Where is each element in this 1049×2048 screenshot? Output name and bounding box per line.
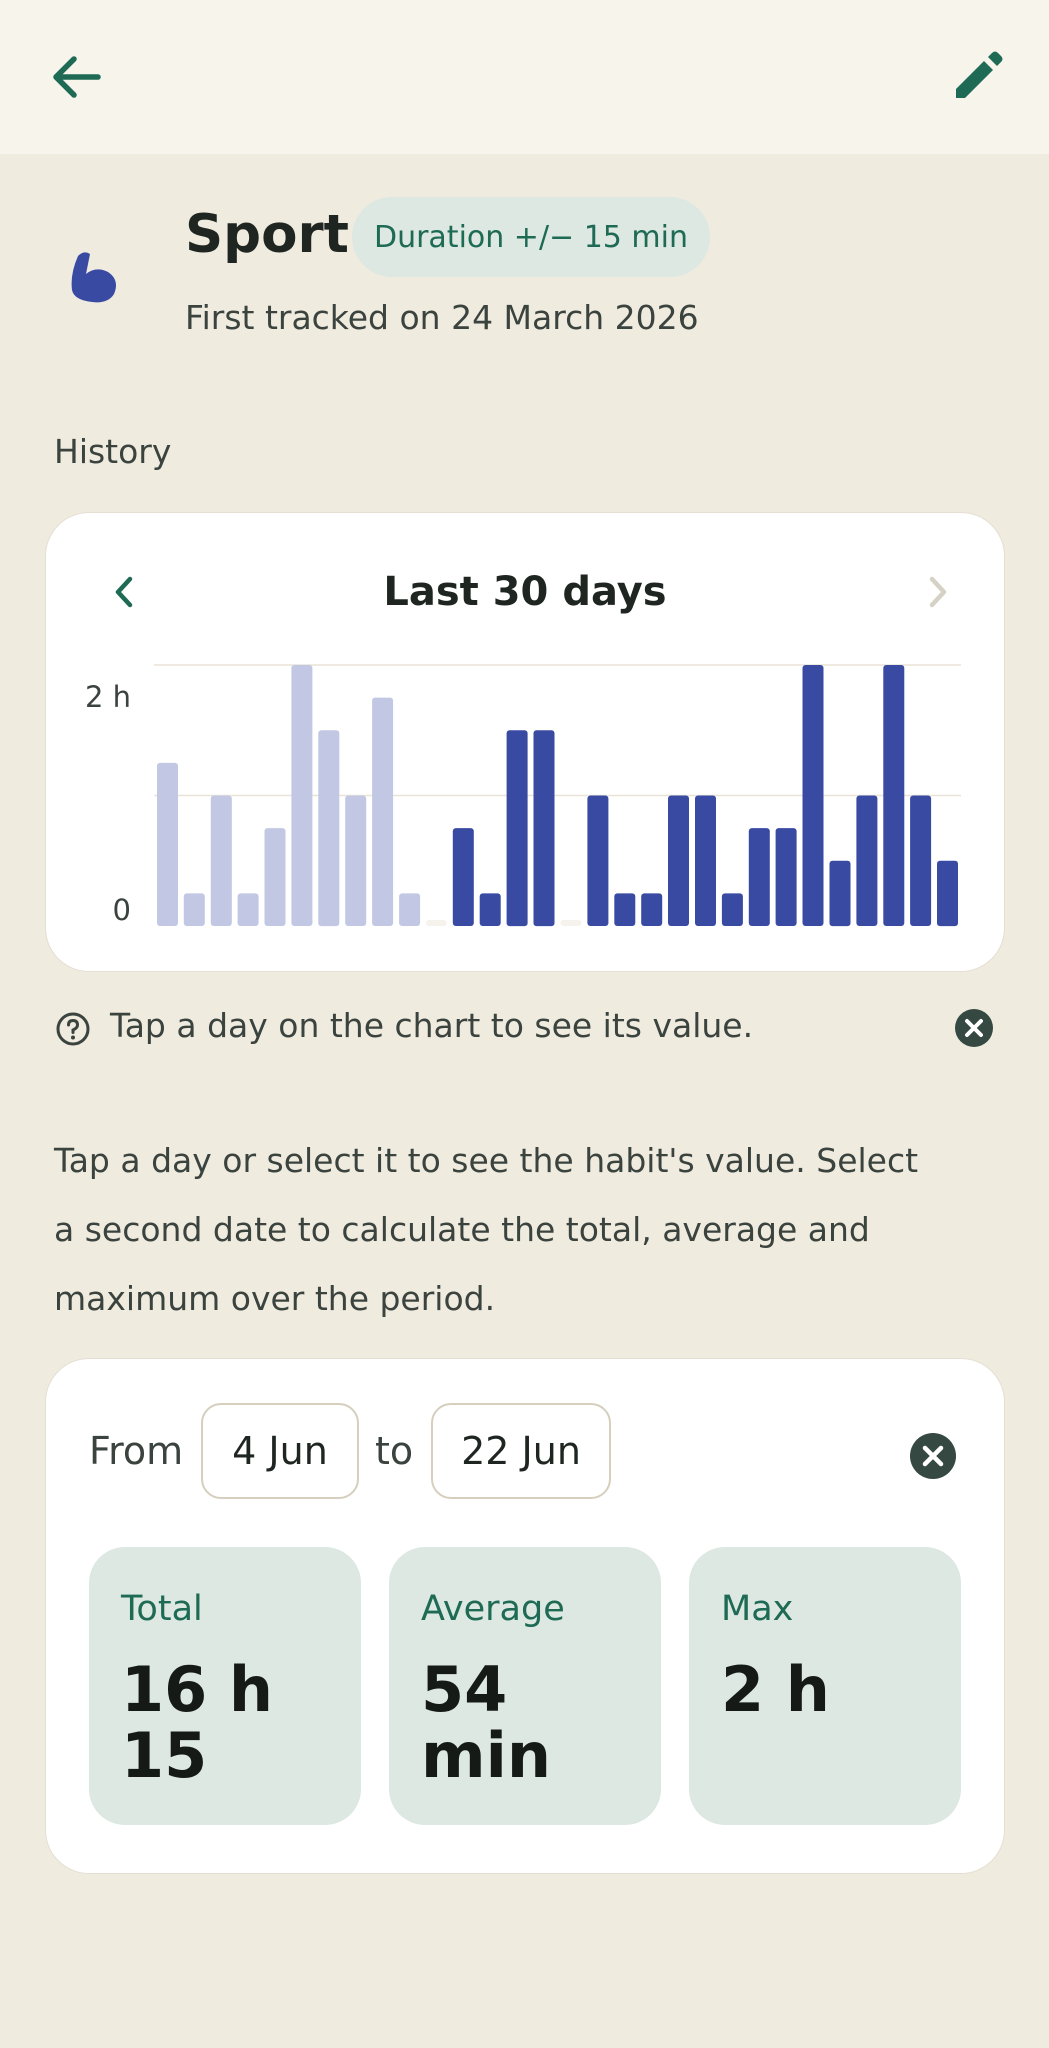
chart-bar[interactable]: [641, 893, 663, 926]
chevron-right-icon: [929, 576, 947, 608]
chart-bar[interactable]: [425, 920, 447, 926]
to-date-field[interactable]: 22 Jun: [431, 1403, 611, 1499]
stat-label: Max: [721, 1589, 794, 1629]
chart-bar[interactable]: [399, 893, 421, 926]
stat-total: Total 16 h 15: [89, 1547, 361, 1825]
to-label: to: [375, 1429, 414, 1473]
chart-bar[interactable]: [157, 762, 178, 926]
pencil-icon: [956, 51, 1003, 98]
chart-bar[interactable]: [345, 795, 367, 927]
range-summary-card: From 4 Jun to 22 Jun Total 16 h 15 Avera…: [45, 1358, 1005, 1874]
chart-period-title: Last 30 days: [383, 569, 667, 615]
info-text: Tap a day or select it to see the habit'…: [54, 1141, 919, 1318]
stat-value: 16 h 15: [121, 1653, 274, 1792]
chart-bar[interactable]: [533, 730, 555, 927]
y-tick-label: 0: [113, 893, 131, 927]
dismiss-hint-button[interactable]: [952, 1006, 996, 1050]
question-circle-icon: [56, 1012, 90, 1046]
y-tick-label: 2 h: [85, 680, 131, 714]
chart-bar[interactable]: [372, 697, 394, 926]
chart-bar[interactable]: [748, 828, 770, 926]
from-date-field[interactable]: 4 Jun: [201, 1403, 359, 1499]
stat-average: Average 54 min: [389, 1547, 661, 1825]
chart-bar[interactable]: [721, 893, 743, 926]
next-period-button[interactable]: [912, 567, 962, 617]
arrow-left-icon: [53, 56, 101, 98]
chart-hint: Tap a day on the chart to see its value.: [54, 1004, 1004, 1054]
chart-bar[interactable]: [668, 795, 689, 927]
stat-value: 54 min: [421, 1653, 551, 1792]
chart-bar[interactable]: [587, 795, 609, 927]
history-label: History: [54, 432, 172, 471]
chart-bar[interactable]: [183, 893, 205, 926]
chart-bar[interactable]: [560, 920, 582, 926]
edit-button[interactable]: [944, 44, 1010, 110]
habit-title: Sport: [185, 204, 349, 265]
stat-label: Average: [421, 1589, 565, 1629]
clear-range-button[interactable]: [908, 1431, 958, 1481]
chart-bar[interactable]: [775, 828, 797, 926]
chart-bar[interactable]: [210, 795, 232, 927]
chart-bar[interactable]: [452, 828, 474, 926]
chart-hint-text: Tap a day on the chart to see its value.: [110, 1006, 754, 1045]
close-circle-icon: [910, 1433, 956, 1479]
stat-label: Total: [121, 1589, 203, 1629]
chart-bar[interactable]: [802, 665, 824, 926]
chart-bar[interactable]: [237, 893, 259, 926]
chart-bar[interactable]: [614, 893, 636, 926]
first-tracked-text: First tracked on 24 March 2026: [185, 298, 699, 337]
habit-type-badge: Duration +/− 15 min: [352, 197, 710, 277]
stat-max: Max 2 h: [689, 1547, 961, 1825]
chart-bar[interactable]: [856, 795, 878, 927]
chart-bar[interactable]: [318, 730, 340, 927]
chart-bar[interactable]: [291, 665, 313, 926]
stat-value: 2 h: [721, 1653, 830, 1726]
chart-bar[interactable]: [829, 860, 851, 927]
chart-bar[interactable]: [264, 828, 286, 926]
history-chart-card: 0 2 h Last 30 days: [45, 512, 1005, 972]
chart-bar[interactable]: [937, 860, 958, 927]
back-button[interactable]: [44, 44, 110, 110]
flexed-arm-icon: [71, 252, 116, 303]
app-bar: [0, 0, 1049, 154]
habit-icon: [64, 244, 130, 310]
chart-bar[interactable]: [883, 665, 905, 926]
from-label: From: [89, 1429, 184, 1473]
close-circle-icon: [955, 1009, 993, 1047]
chart-bar[interactable]: [506, 730, 528, 927]
chart-bar[interactable]: [695, 795, 716, 927]
chart-bar[interactable]: [479, 893, 501, 926]
chart-bar[interactable]: [910, 795, 932, 927]
